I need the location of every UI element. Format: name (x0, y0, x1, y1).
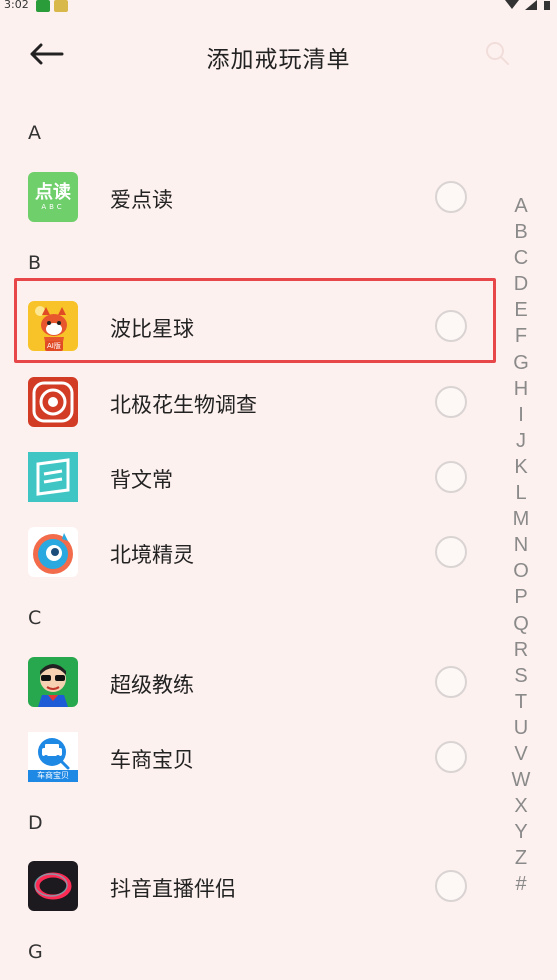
beijihua-graphic (32, 381, 74, 423)
index-letter[interactable]: H (514, 376, 528, 402)
index-letter[interactable]: P (514, 584, 527, 610)
app-row-bobi-planet[interactable]: AI版 波比星球 (0, 296, 500, 356)
chaoji-jiaolian-icon (28, 657, 78, 707)
app-name: 车商宝贝 (110, 748, 194, 772)
select-radio[interactable] (435, 741, 467, 773)
index-letter[interactable]: Z (515, 845, 527, 871)
chaoji-jiaolian-graphic (38, 664, 68, 707)
index-letter[interactable]: K (514, 454, 527, 480)
index-letter[interactable]: F (515, 323, 527, 349)
beijing-jingling-icon (28, 527, 78, 577)
app-row-beiwenchang[interactable]: 背文常 (0, 447, 500, 507)
header: 添加戒玩清单 (0, 20, 557, 90)
notification-app-icon (36, 0, 50, 12)
section-header-a: A (28, 122, 41, 144)
search-button[interactable] (484, 40, 512, 68)
index-letter[interactable]: L (515, 480, 526, 506)
section-header-g: G (28, 941, 43, 963)
app-name: 北极花生物调查 (110, 393, 257, 417)
index-letter[interactable]: E (514, 297, 527, 323)
app-row-beijing-jingling[interactable]: 北境精灵 (0, 522, 500, 582)
app-name: 爱点读 (110, 188, 173, 212)
select-radio[interactable] (435, 666, 467, 698)
index-letter[interactable]: M (513, 506, 530, 532)
index-letter[interactable]: J (516, 428, 526, 454)
status-bar: 3:02 (0, 0, 557, 14)
index-letter[interactable]: Y (514, 819, 527, 845)
beijihua-icon (28, 377, 78, 427)
index-letter[interactable]: R (514, 637, 528, 663)
app-name: 抖音直播伴侣 (110, 877, 236, 901)
app-row-douyin-zhibo[interactable]: 抖音直播伴侣 (0, 856, 500, 916)
beijing-jingling-graphic (33, 533, 73, 574)
index-letter[interactable]: A (514, 193, 527, 219)
app-name: 北境精灵 (110, 543, 194, 567)
app-row-beijihua[interactable]: 北极花生物调查 (0, 372, 500, 432)
app-row-aidiandu[interactable]: 点读 ABC 爱点读 (0, 167, 500, 227)
bobi-planet-icon: AI版 (28, 301, 78, 351)
index-letter[interactable]: C (514, 245, 528, 271)
index-letter[interactable]: X (514, 793, 527, 819)
status-system-icons (505, 0, 551, 10)
cheshang-icon-text: 车商宝贝 (37, 771, 69, 780)
app-row-chaoji-jiaolian[interactable]: 超级教练 (0, 652, 500, 712)
section-header-c: C (28, 607, 42, 629)
select-radio[interactable] (435, 310, 467, 342)
wifi-icon (505, 0, 519, 9)
index-letter[interactable]: I (518, 402, 524, 428)
aidiandu-icon-subtext: ABC (41, 202, 65, 211)
index-letter[interactable]: S (514, 663, 527, 689)
app-row-cheshang-baobei[interactable]: 车商宝贝 车商宝贝 (0, 727, 500, 787)
app-name: 超级教练 (110, 673, 194, 697)
select-radio[interactable] (435, 870, 467, 902)
index-letter[interactable]: B (514, 219, 527, 245)
signal-icon (525, 0, 537, 10)
search-icon (486, 42, 509, 65)
index-letter[interactable]: V (514, 741, 527, 767)
index-letter[interactable]: U (514, 715, 528, 741)
index-letter[interactable]: G (513, 350, 529, 376)
select-radio[interactable] (435, 181, 467, 213)
status-notification-icons (36, 0, 68, 12)
index-letter[interactable]: Q (513, 611, 529, 637)
notification-app-icon (54, 0, 68, 12)
page-title: 添加戒玩清单 (206, 47, 351, 73)
select-radio[interactable] (435, 461, 467, 493)
status-time: 3:02 (4, 0, 29, 11)
beiwenchang-icon (28, 452, 78, 502)
beiwenchang-graphic (36, 458, 70, 496)
battery-icon (544, 1, 550, 10)
select-radio[interactable] (435, 386, 467, 418)
index-letter[interactable]: D (514, 271, 528, 297)
douyin-zhibo-icon (28, 861, 78, 911)
index-letter[interactable]: N (514, 532, 528, 558)
section-header-b: B (28, 252, 42, 274)
alphabet-index-bar[interactable]: A B C D E F G H I J K L M N O P Q R S T … (506, 193, 536, 898)
index-letter[interactable]: T (515, 689, 527, 715)
section-header-d: D (28, 812, 43, 834)
app-name: 背文常 (110, 468, 173, 492)
select-radio[interactable] (435, 536, 467, 568)
index-letter[interactable]: O (513, 558, 529, 584)
app-name: 波比星球 (110, 317, 194, 341)
index-letter[interactable]: W (512, 767, 531, 793)
aidiandu-icon: 点读 ABC (28, 172, 78, 222)
douyin-zhibo-graphic (34, 872, 72, 900)
bobi-icon-text: AI版 (45, 341, 63, 351)
cheshang-baobei-icon: 车商宝贝 (28, 732, 78, 782)
aidiandu-icon-text: 点读 (35, 181, 71, 203)
index-letter[interactable]: # (515, 871, 526, 897)
